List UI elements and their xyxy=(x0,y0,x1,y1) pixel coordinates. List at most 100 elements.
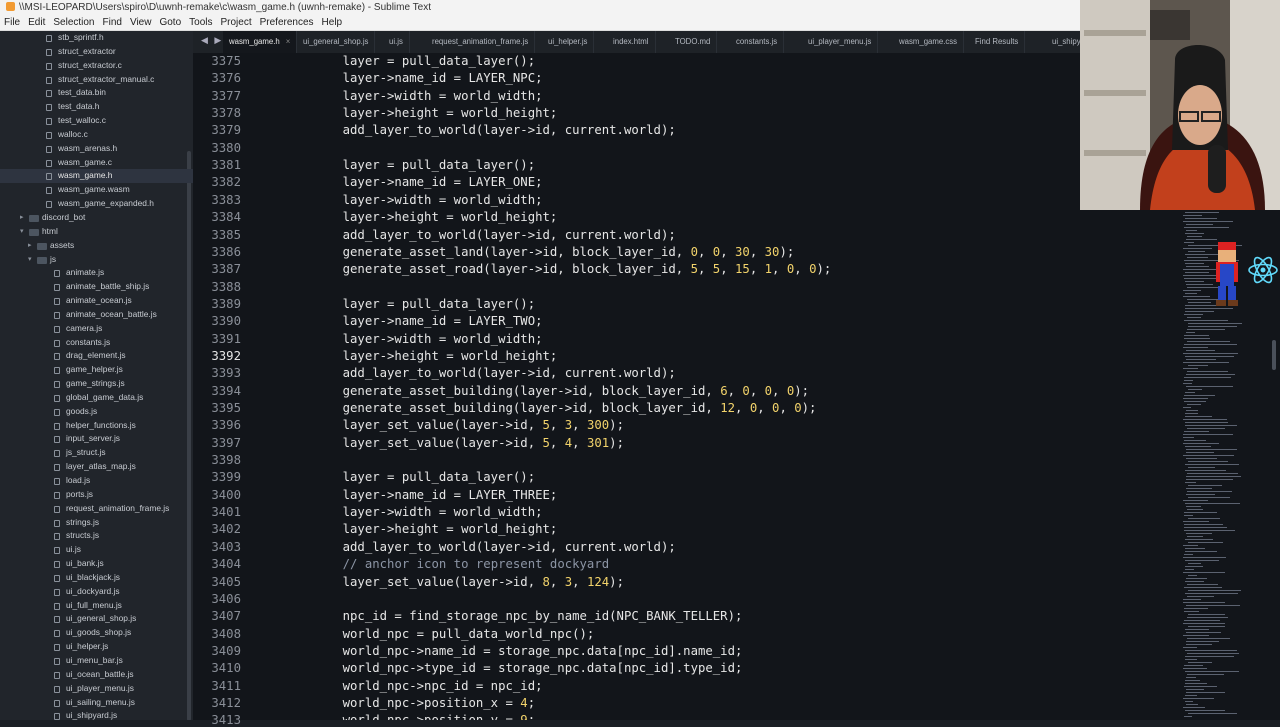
tab-ui-js[interactable]: ui.js xyxy=(383,31,410,53)
menu-item-find[interactable]: Find xyxy=(99,15,126,30)
sidebar-file[interactable]: ports.js xyxy=(0,488,193,502)
code-line[interactable]: layer->height = world_height; xyxy=(313,210,558,224)
sidebar-file[interactable]: stb_sprintf.h xyxy=(0,31,193,45)
editor-scrollbar[interactable] xyxy=(1272,340,1276,370)
sidebar-file[interactable]: ui_ocean_battle.js xyxy=(0,668,193,682)
sidebar-file[interactable]: ui_player_menu.js xyxy=(0,682,193,696)
code-line[interactable]: layer = pull_data_layer(); xyxy=(313,158,536,172)
code-line[interactable]: add_layer_to_world(layer->id, current.wo… xyxy=(313,123,676,137)
code-line[interactable]: layer->name_id = LAYER_TWO; xyxy=(313,314,543,328)
code-line[interactable]: generate_asset_land(layer->id, block_lay… xyxy=(313,245,795,259)
code-line[interactable]: world_npc = pull_data_world_npc(); xyxy=(313,627,595,641)
menu-item-selection[interactable]: Selection xyxy=(49,15,98,30)
menu-item-preferences[interactable]: Preferences xyxy=(256,15,318,30)
sidebar-file[interactable]: ui_helper.js xyxy=(0,640,193,654)
tab-request-animation-frame-js[interactable]: request_animation_frame.js xyxy=(426,31,536,53)
menu-item-file[interactable]: File xyxy=(0,15,24,30)
sidebar-file[interactable]: animate_ocean_battle.js xyxy=(0,308,193,322)
code-line[interactable]: layer->name_id = LAYER_NPC; xyxy=(313,71,543,85)
minimap[interactable] xyxy=(1180,210,1280,720)
sidebar-file[interactable]: layer_atlas_map.js xyxy=(0,460,193,474)
code-line[interactable]: add_layer_to_world(layer->id, current.wo… xyxy=(313,540,676,554)
sidebar-file[interactable]: ui_full_menu.js xyxy=(0,599,193,613)
menu-item-help[interactable]: Help xyxy=(318,15,347,30)
sidebar-file[interactable]: wasm_game.c xyxy=(0,156,193,170)
sidebar-file[interactable]: ui_general_shop.js xyxy=(0,612,193,626)
menu-item-goto[interactable]: Goto xyxy=(155,15,185,30)
tab-ui-shipyard-js[interactable]: ui_shipyard.js xyxy=(1046,31,1080,53)
sidebar-folder[interactable]: ▾ html xyxy=(0,225,193,239)
tab-wasm-game-css[interactable]: wasm_game.css xyxy=(893,31,965,53)
folder-expanded-icon[interactable]: ▾ xyxy=(28,253,32,267)
folder-expanded-icon[interactable]: ▾ xyxy=(20,225,24,239)
tab-ui-helper-js[interactable]: ui_helper.js xyxy=(542,31,595,53)
code-line[interactable]: world_npc->position_x = 4; xyxy=(313,696,536,710)
code-line[interactable]: add_layer_to_world(layer->id, current.wo… xyxy=(313,366,676,380)
sidebar-file[interactable]: wasm_game.h xyxy=(0,169,193,184)
sidebar-file[interactable]: struct_extractor.c xyxy=(0,59,193,73)
code-line[interactable]: // anchor icon to represent dockyard xyxy=(313,557,610,571)
sidebar-file[interactable]: test_walloc.c xyxy=(0,114,193,128)
folder-collapsed-icon[interactable]: ▸ xyxy=(20,211,24,225)
sidebar-folder[interactable]: ▸ discord_bot xyxy=(0,211,193,225)
sidebar-file[interactable]: animate_ocean.js xyxy=(0,294,193,308)
sidebar-file[interactable]: camera.js xyxy=(0,322,193,336)
close-tab-icon[interactable]: × xyxy=(286,37,291,46)
code-line[interactable]: npc_id = find_storage_npc_by_name_id(NPC… xyxy=(313,609,743,623)
sidebar-file[interactable]: input_server.js xyxy=(0,432,193,446)
sidebar-file[interactable]: ui.js xyxy=(0,543,193,557)
sidebar-file[interactable]: test_data.h xyxy=(0,100,193,114)
sidebar-file[interactable]: ui_dockyard.js xyxy=(0,585,193,599)
sidebar-file[interactable]: wasm_game.wasm xyxy=(0,183,193,197)
sidebar-file[interactable]: helper_functions.js xyxy=(0,419,193,433)
folder-collapsed-icon[interactable]: ▸ xyxy=(28,239,32,253)
code-line[interactable]: layer_set_value(layer->id, 5, 4, 301); xyxy=(313,436,624,450)
code-editor[interactable]: layer = pull_data_layer(); layer->name_i… xyxy=(255,53,1180,720)
code-line[interactable]: layer->width = world_width; xyxy=(313,332,543,346)
sidebar-file[interactable]: js_struct.js xyxy=(0,446,193,460)
tab-wasm-game-h[interactable]: wasm_game.h × xyxy=(223,31,298,53)
code-line[interactable]: layer->width = world_width; xyxy=(313,193,543,207)
sidebar-file[interactable]: ui_sailing_menu.js xyxy=(0,696,193,710)
sidebar-file[interactable]: constants.js xyxy=(0,336,193,350)
sidebar-file[interactable]: ui_shipyard.js xyxy=(0,709,193,720)
sidebar-file[interactable]: request_animation_frame.js xyxy=(0,502,193,516)
tab-ui-general-shop-js[interactable]: ui_general_shop.js xyxy=(297,31,376,53)
sidebar-file[interactable]: test_data.bin xyxy=(0,86,193,100)
menu-item-project[interactable]: Project xyxy=(217,15,256,30)
code-line[interactable]: layer_set_value(layer->id, 5, 3, 300); xyxy=(313,418,624,432)
code-line[interactable]: generate_asset_road(layer->id, block_lay… xyxy=(313,262,832,276)
code-line[interactable]: layer->width = world_width; xyxy=(313,505,543,519)
code-line[interactable]: generate_asset_building(layer->id, block… xyxy=(313,401,817,415)
sidebar-file[interactable]: wasm_arenas.h xyxy=(0,142,193,156)
sidebar-file[interactable]: ui_bank.js xyxy=(0,557,193,571)
sidebar-file[interactable]: struct_extractor xyxy=(0,45,193,59)
sidebar-file[interactable]: game_strings.js xyxy=(0,377,193,391)
menu-item-tools[interactable]: Tools xyxy=(185,15,216,30)
sidebar-file[interactable]: wasm_game_expanded.h xyxy=(0,197,193,211)
code-line[interactable]: layer->height = world_height; xyxy=(313,106,558,120)
code-line[interactable]: layer->height = world_height; xyxy=(313,349,558,363)
sidebar-file[interactable]: load.js xyxy=(0,474,193,488)
sidebar-file[interactable]: walloc.c xyxy=(0,128,193,142)
code-line[interactable]: layer = pull_data_layer(); xyxy=(313,54,536,68)
menu-item-view[interactable]: View xyxy=(126,15,156,30)
code-line[interactable]: layer->width = world_width; xyxy=(313,89,543,103)
sidebar-folder[interactable]: ▸ assets xyxy=(0,239,193,253)
code-line[interactable]: layer->height = world_height; xyxy=(313,522,558,536)
sidebar-file[interactable]: global_game_data.js xyxy=(0,391,193,405)
tab-index-html[interactable]: index.html xyxy=(607,31,656,53)
sidebar-file[interactable]: animate_battle_ship.js xyxy=(0,280,193,294)
sidebar-file[interactable]: drag_element.js xyxy=(0,349,193,363)
code-line[interactable]: generate_asset_building(layer->id, block… xyxy=(313,384,809,398)
code-line[interactable]: layer = pull_data_layer(); xyxy=(313,297,536,311)
sidebar-folder[interactable]: ▾ js xyxy=(0,253,193,267)
sidebar-file[interactable]: ui_goods_shop.js xyxy=(0,626,193,640)
sidebar-file[interactable]: animate.js xyxy=(0,266,193,280)
tab-nav-arrows-icon[interactable]: ◀ ▶ xyxy=(201,35,223,46)
tab-ui-player-menu-js[interactable]: ui_player_menu.js xyxy=(802,31,879,53)
code-line[interactable]: world_npc->npc_id = npc_id; xyxy=(313,679,543,693)
code-line[interactable]: add_layer_to_world(layer->id, current.wo… xyxy=(313,228,676,242)
menu-item-edit[interactable]: Edit xyxy=(24,15,49,30)
sidebar-file[interactable]: struct_extractor_manual.c xyxy=(0,73,193,87)
